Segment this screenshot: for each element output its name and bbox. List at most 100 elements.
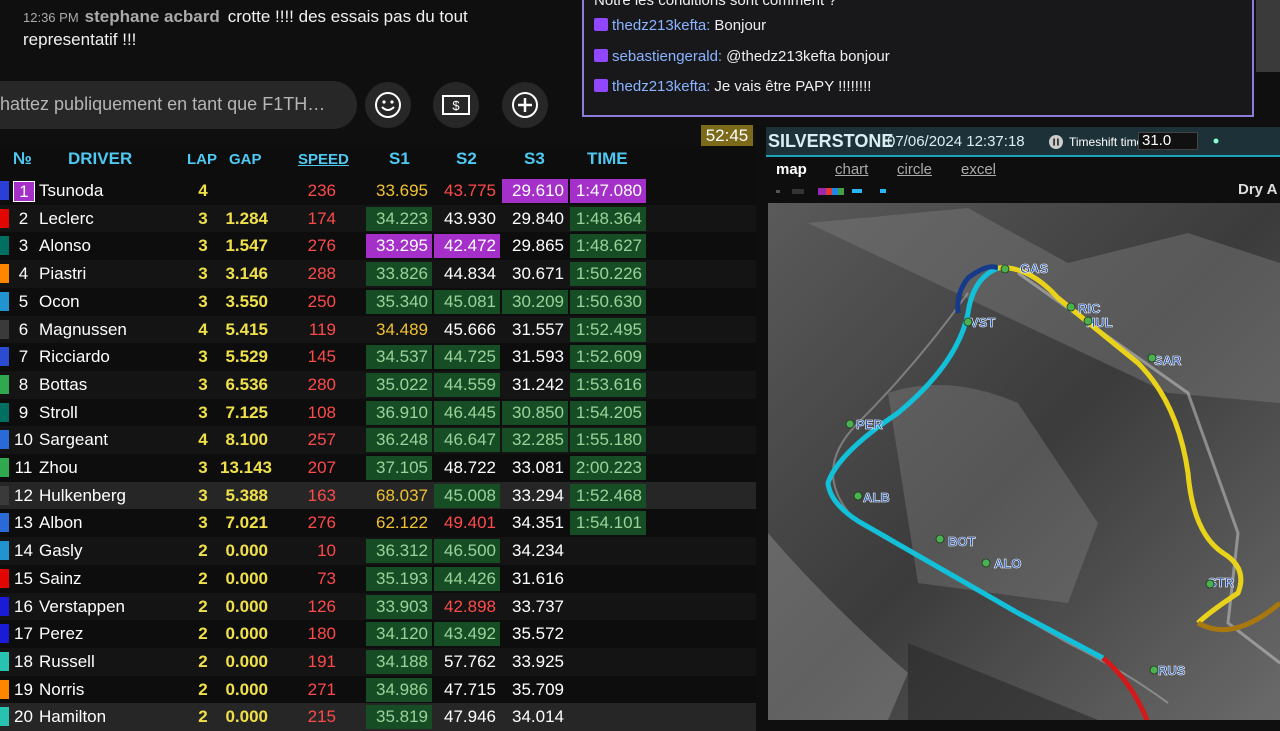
table-row[interactable]: 3 Alonso 3 1.547 276 33.295 42.472 29.865 1:48.6… (0, 232, 756, 260)
table-row[interactable]: 13 Albon 3 7.021 276 62.122 49.401 34.351 1:54.1… (0, 509, 756, 537)
message-time: 12:36 PM (23, 10, 79, 25)
message-author[interactable]: stephane acbard (85, 7, 220, 26)
driver-name[interactable]: Perez (39, 620, 83, 647)
table-row[interactable]: 10 Sargeant 4 8.100 257 36.248 46.647 32.285 1:5… (0, 426, 756, 454)
gap: 7.125 (225, 402, 268, 422)
driver-name[interactable]: Hulkenberg (39, 482, 126, 509)
speed: 215 (307, 707, 336, 727)
twitch-badge-icon (594, 49, 608, 62)
table-row[interactable]: 9 Stroll 3 7.125 108 36.910 46.445 30.850 1:54.2… (0, 399, 756, 427)
pause-icon[interactable] (1049, 135, 1063, 149)
map-label-ric: RIC (1078, 301, 1101, 316)
header-speed[interactable]: SPEED (298, 151, 349, 168)
table-row[interactable]: 19 Norris 2 0.000 271 34.986 47.715 35.709 (0, 676, 756, 704)
table-row[interactable]: 11 Zhou 3 13.143 207 37.105 48.722 33.081 2:00.2… (0, 454, 756, 482)
speed: 191 (307, 651, 336, 671)
chat-username[interactable]: thedz213kefta (612, 17, 706, 34)
driver-name[interactable]: Ocon (39, 288, 80, 315)
table-row[interactable]: 16 Verstappen 2 0.000 126 33.903 42.898 33.737 (0, 592, 756, 621)
twitch-badge-icon (594, 79, 608, 92)
chat-username[interactable]: thedz213kefta (612, 78, 706, 95)
speed: 108 (307, 402, 336, 422)
driver-name[interactable]: Alonso (39, 232, 91, 259)
table-row[interactable]: 4 Piastri 3 3.146 288 33.826 44.834 30.671 1:50.… (0, 260, 756, 288)
driver-name[interactable]: Sainz (39, 565, 82, 592)
lap-count: 2 (198, 651, 208, 671)
driver-name[interactable]: Piastri (39, 260, 86, 287)
circuit-map[interactable]: GAS RIC HUL VST SAR PER ALB BOT ALO STR … (768, 203, 1280, 720)
tab-map[interactable]: map (776, 161, 807, 178)
driver-name[interactable]: Stroll (39, 399, 78, 426)
lap-time: 1:54.205 (570, 400, 646, 425)
table-row[interactable]: 6 Magnussen 4 5.415 119 34.489 45.666 31.557 1:5… (0, 315, 756, 344)
plus-icon (512, 92, 538, 118)
add-button[interactable] (502, 82, 548, 128)
sector-2: 57.762 (444, 651, 496, 671)
dot-icon (1213, 138, 1219, 144)
driver-name[interactable]: Ricciardo (39, 343, 110, 370)
table-row[interactable]: 7 Ricciardo 3 5.529 145 34.537 44.725 31.593 1:5… (0, 343, 756, 371)
driver-name[interactable]: Zhou (39, 454, 78, 481)
partial-chat-line: Notre les conditions sont comment ? (594, 0, 837, 9)
tab-chart[interactable]: chart (835, 161, 868, 178)
table-row[interactable]: 18 Russell 2 0.000 191 34.188 57.762 33.925 (0, 647, 756, 676)
driver-name[interactable]: Leclerc (39, 205, 94, 232)
timeshift-input[interactable]: 31.0 (1138, 132, 1198, 150)
position: 16 (14, 596, 33, 616)
team-color-swatch (0, 347, 9, 367)
map-label-sar: SAR (1154, 353, 1182, 368)
tab-excel[interactable]: excel (961, 161, 996, 178)
chat-username[interactable]: sebastiengerald (612, 48, 718, 65)
driver-name[interactable]: Sargeant (39, 426, 108, 453)
emoji-button[interactable] (365, 82, 411, 128)
driver-name[interactable]: Tsunoda (39, 177, 103, 204)
driver-name[interactable]: Hamilton (39, 703, 106, 730)
layer-toggle-icons[interactable] (776, 187, 896, 197)
lap-time: 1:52.468 (570, 483, 646, 508)
table-row[interactable]: 14 Gasly 2 0.000 10 36.312 46.500 34.234 (0, 537, 756, 565)
sector-2: 44.725 (434, 345, 500, 370)
sector-1: 34.537 (366, 345, 432, 370)
lap-time: 1:53.616 (570, 372, 646, 397)
driver-name[interactable]: Russell (39, 648, 95, 675)
lap-time: 1:50.630 (570, 289, 646, 314)
gap: 1.547 (225, 236, 268, 256)
table-row[interactable]: 12 Hulkenberg 3 5.388 163 68.037 45.008 33.294 1… (0, 481, 756, 510)
driver-name[interactable]: Bottas (39, 371, 87, 398)
table-row[interactable]: 1 Tsunoda 4 236 33.695 43.775 29.610 1:47.080 (0, 177, 756, 205)
team-color-swatch (0, 458, 9, 477)
map-marker-bot (935, 534, 945, 544)
table-row[interactable]: 17 Perez 2 0.000 180 34.120 43.492 35.572 (0, 620, 756, 648)
sector-3: 33.294 (512, 485, 564, 505)
table-row[interactable]: 5 Ocon 3 3.550 250 35.340 45.081 30.209 1:50.630 (0, 288, 756, 316)
driver-name[interactable]: Norris (39, 676, 84, 703)
map-marker-sar (1147, 353, 1157, 363)
driver-name[interactable]: Albon (39, 509, 82, 536)
session-clock: 52:45 (701, 125, 753, 146)
driver-name[interactable]: Verstappen (39, 593, 125, 620)
map-label-gas: GAS (1020, 261, 1049, 276)
sector-2: 47.946 (444, 707, 496, 727)
team-color-swatch (0, 707, 9, 727)
position: 5 (18, 291, 29, 311)
twitch-chat-panel: Notre les conditions sont comment ? thed… (582, 0, 1254, 117)
table-row[interactable]: 20 Hamilton 2 0.000 215 35.819 47.946 34.014 (0, 703, 756, 731)
table-row[interactable]: 2 Leclerc 3 1.284 174 34.223 43.930 29.840 1:48.… (0, 204, 756, 233)
chat-text: Bonjour (714, 17, 767, 34)
table-row[interactable]: 15 Sainz 2 0.000 73 35.193 44.426 31.616 (0, 565, 756, 593)
lap-time: 1:54.101 (570, 511, 646, 536)
driver-name[interactable]: Gasly (39, 537, 82, 564)
sector-3: 30.850 (502, 400, 568, 425)
driver-name[interactable]: Magnussen (39, 316, 127, 343)
sector-1: 33.826 (366, 262, 432, 287)
chat-input[interactable]: hattez publiquement en tant que F1TH… (0, 81, 357, 129)
map-marker-ric (1066, 302, 1076, 312)
super-chat-button[interactable]: $ (433, 82, 479, 128)
sector-3: 29.865 (512, 236, 564, 256)
speed: 126 (307, 596, 336, 616)
tab-circle[interactable]: circle (897, 161, 932, 178)
sector-3: 31.593 (512, 347, 564, 367)
sector-1: 36.312 (366, 539, 432, 564)
table-row[interactable]: 8 Bottas 3 6.536 280 35.022 44.559 31.242 1:53.6… (0, 370, 756, 399)
